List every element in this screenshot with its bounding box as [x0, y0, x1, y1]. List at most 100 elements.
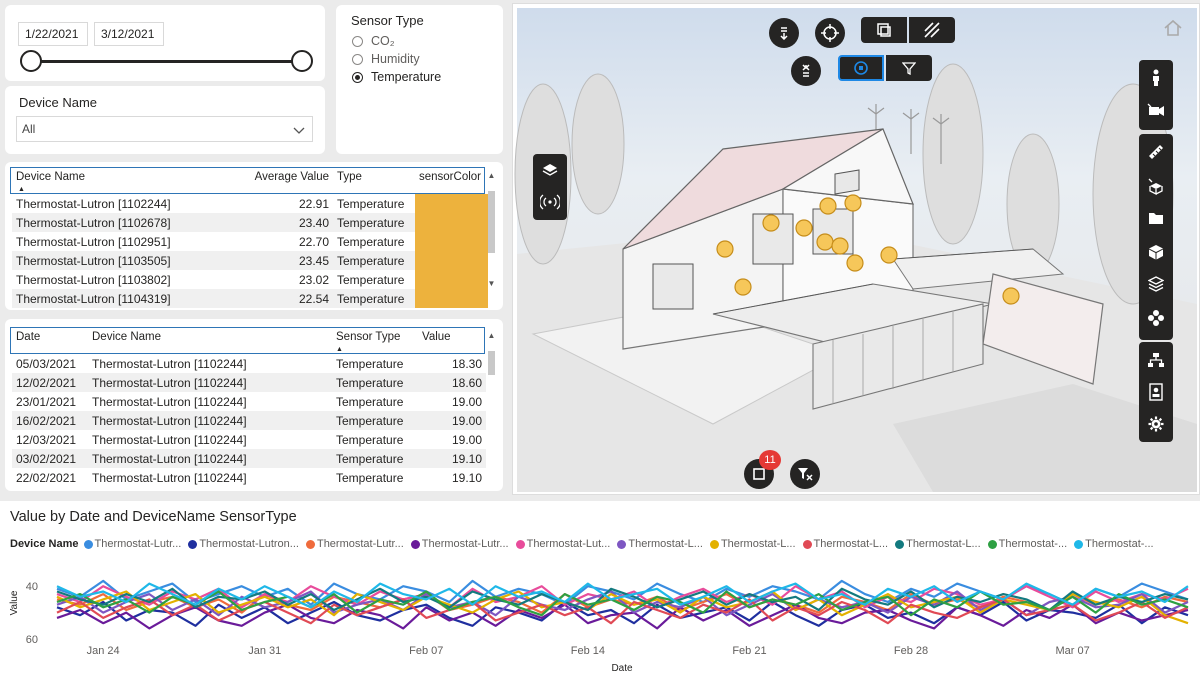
cell-device-name: Thermostat-Lutron [1102244]	[92, 394, 247, 409]
scroll-down-icon[interactable]: ▼	[487, 279, 496, 288]
detail-table: Date Device Name Sensor Type ▲ Value 05/0…	[12, 328, 486, 487]
detail-scrollbar[interactable]: ▲	[487, 331, 496, 481]
cell-device-name: Thermostat-Lutron [1102244]	[88, 411, 332, 430]
radio-humidity[interactable]: Humidity	[352, 52, 420, 66]
legend-label: Thermostat-Lutr...	[316, 538, 404, 550]
scroll-up-icon[interactable]: ▲	[487, 331, 496, 340]
end-date-input[interactable]: 3/12/2021	[94, 22, 164, 46]
sensor-signal-button[interactable]	[533, 186, 567, 218]
legend-item[interactable]: Thermostat-Lutr...	[410, 538, 509, 550]
col-sensor-color[interactable]: sensorColor	[415, 168, 488, 194]
legend-item[interactable]: Thermostat-...	[1074, 538, 1154, 550]
scroll-thumb[interactable]	[488, 351, 495, 375]
summary-scrollbar[interactable]: ▲ ▼	[487, 171, 496, 291]
legend-item[interactable]: Thermostat-Lutr...	[83, 538, 181, 550]
hatch-button[interactable]	[909, 17, 955, 43]
person-view-button[interactable]	[1139, 62, 1173, 94]
legend-item[interactable]: Thermostat-Lut...	[515, 538, 610, 550]
cell-date: 12/03/2021	[16, 432, 77, 447]
explode-button[interactable]	[1139, 170, 1173, 202]
hierarchy-button[interactable]	[1139, 344, 1173, 376]
cell-sensor-type: Temperature	[332, 449, 418, 468]
layers-button[interactable]	[533, 154, 567, 186]
cell-sensor-color-swatch	[415, 213, 488, 232]
x-axis-label: Date	[611, 663, 633, 674]
col-device-name[interactable]: Device Name ▲	[12, 168, 234, 194]
chart-legend: Device Name Thermostat-Lutr... Thermostat…	[10, 538, 1161, 550]
table-row[interactable]: Thermostat-Lutron [1102951] 22.70 Temperat…	[12, 232, 488, 251]
table-row[interactable]: Thermostat-Lutron [1102244] 22.91 Temperat…	[12, 194, 488, 213]
start-date-handle[interactable]	[20, 50, 42, 72]
legend-item[interactable]: Thermostat-Lutron...	[188, 538, 299, 550]
table-row[interactable]: 12/02/2021 Thermostat-Lutron [1102244] Tem…	[12, 373, 486, 392]
target-button[interactable]	[815, 18, 845, 48]
cell-device-name: Thermostat-Lutron [1102244]	[16, 196, 171, 211]
table-row[interactable]: 03/02/2021 Thermostat-Lutron [1102244] Tem…	[12, 449, 486, 468]
properties-button[interactable]	[1139, 376, 1173, 408]
table-row[interactable]: 05/03/2021 Thermostat-Lutron [1102244] Tem…	[12, 354, 486, 373]
model-viewer[interactable]: 11	[512, 3, 1200, 495]
col-average-value[interactable]: Average Value	[234, 168, 333, 194]
legend-item[interactable]: Thermostat-L...	[709, 538, 796, 550]
cell-device-name: Thermostat-Lutron [1103505]	[12, 251, 234, 270]
legend-item[interactable]: Thermostat-L...	[895, 538, 981, 550]
radio-temperature[interactable]: Temperature	[352, 70, 441, 84]
section-box-button[interactable]	[861, 17, 907, 43]
col-sensor-type[interactable]: Sensor Type ▲	[332, 328, 418, 354]
floor-up-button[interactable]	[791, 56, 821, 86]
legend-swatch	[802, 539, 812, 549]
folder-button[interactable]	[1139, 202, 1173, 234]
table-row[interactable]: 23/01/2021 Thermostat-Lutron [1102244] Tem…	[12, 392, 486, 411]
stack-icon	[1148, 276, 1164, 292]
cell-sensor-type: Temperature	[336, 394, 404, 409]
radio-dot[interactable]	[352, 53, 363, 65]
cube-button[interactable]	[1139, 236, 1173, 268]
table-row[interactable]: 22/02/2021 Thermostat-Lutron [1102244] Tem…	[12, 468, 486, 487]
isolate-button[interactable]	[838, 55, 884, 81]
col-date[interactable]: Date	[12, 328, 88, 354]
line-chart[interactable]: 40 60 Value Jan 24 Jan 31 Feb 07 Feb 14 Feb 21 F…	[0, 551, 1200, 681]
section-box-icon	[877, 23, 891, 37]
stack-button[interactable]	[1139, 268, 1173, 300]
model-tree-button[interactable]	[1139, 302, 1173, 334]
legend-item[interactable]: Thermostat-L...	[617, 538, 703, 550]
table-row[interactable]: Thermostat-Lutron [1103802] 23.02 Temperat…	[12, 270, 488, 289]
device-name-dropdown[interactable]: All	[16, 116, 313, 142]
radio-dot[interactable]	[352, 71, 363, 83]
col-device-name[interactable]: Device Name	[88, 328, 332, 354]
radio-co2[interactable]: CO₂	[352, 34, 395, 48]
filter-button[interactable]	[886, 55, 932, 81]
table-row[interactable]: 16/02/2021 Thermostat-Lutron [1102244] Tem…	[12, 411, 486, 430]
clear-filter-button[interactable]	[790, 459, 820, 489]
camera-button[interactable]	[1139, 94, 1173, 126]
x-tick-label: Feb 07	[409, 645, 443, 657]
legend-item[interactable]: Thermostat-...	[987, 538, 1067, 550]
cell-sensor-color-swatch	[415, 232, 488, 251]
col-type[interactable]: Type	[333, 168, 415, 194]
measure-button[interactable]	[1139, 136, 1173, 168]
scroll-thumb[interactable]	[488, 191, 495, 253]
table-row[interactable]: Thermostat-Lutron [1102678] 23.40 Temperat…	[12, 213, 488, 232]
start-date-input[interactable]: 1/22/2021	[18, 22, 88, 46]
cell-value: 19.10	[451, 470, 482, 485]
col-value[interactable]: Value	[418, 328, 486, 354]
cell-sensor-type: Temperature	[332, 373, 418, 392]
end-date-handle[interactable]	[291, 50, 313, 72]
settings-button[interactable]	[1139, 408, 1173, 440]
date-slider-track[interactable]	[32, 60, 302, 63]
sort-asc-icon: ▲	[18, 186, 25, 193]
floor-down-button[interactable]	[769, 18, 799, 48]
target-icon	[821, 24, 839, 42]
home-button[interactable]	[1163, 18, 1183, 43]
legend-item[interactable]: Thermostat-Lutr...	[305, 538, 404, 550]
cell-type: Temperature	[333, 289, 415, 308]
radio-dot[interactable]	[352, 35, 363, 47]
table-row[interactable]: Thermostat-Lutron [1103505] 23.45 Temperat…	[12, 251, 488, 270]
cell-sensor-type: Temperature	[336, 356, 404, 371]
scroll-up-icon[interactable]: ▲	[487, 171, 496, 180]
legend-label: Thermostat-...	[1085, 538, 1154, 550]
legend-item[interactable]: Thermostat-L...	[802, 538, 888, 550]
table-row[interactable]: 12/03/2021 Thermostat-Lutron [1102244] Tem…	[12, 430, 486, 449]
camera-icon	[1147, 103, 1164, 116]
table-row[interactable]: Thermostat-Lutron [1104319] 22.54 Temperat…	[12, 289, 488, 308]
